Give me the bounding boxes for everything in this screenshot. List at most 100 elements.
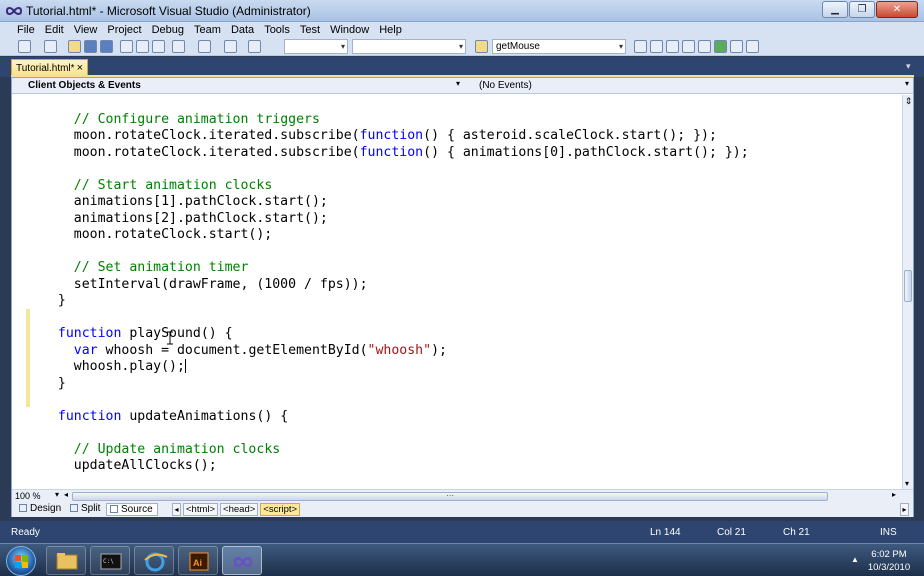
- breadcrumb-left-icon[interactable]: ◂: [172, 503, 181, 516]
- menu-tools[interactable]: Tools: [259, 24, 295, 36]
- horizontal-scroll-thumb[interactable]: ⋯: [72, 492, 828, 501]
- taskbar-illustrator[interactable]: Ai: [178, 546, 218, 575]
- restore-button[interactable]: ❐: [849, 1, 875, 18]
- start-debugging-icon[interactable]: [248, 40, 261, 53]
- taskbar-command-prompt[interactable]: C:\: [90, 546, 130, 575]
- find-combo[interactable]: getMouse ▾: [492, 39, 626, 54]
- menu-help[interactable]: Help: [374, 24, 407, 36]
- menu-project[interactable]: Project: [102, 24, 146, 36]
- extension-manager-icon[interactable]: [714, 40, 727, 53]
- command-window-icon[interactable]: [746, 40, 759, 53]
- solution-platforms-combo[interactable]: ▾: [352, 39, 466, 54]
- split-handle-icon[interactable]: ⇕: [904, 96, 913, 107]
- chevron-down-icon[interactable]: ▾: [905, 79, 909, 88]
- scroll-right-icon[interactable]: ▸: [892, 490, 896, 499]
- tab-source[interactable]: Source: [106, 503, 158, 516]
- menu-file[interactable]: File: [12, 24, 40, 36]
- breadcrumb-head[interactable]: <head>: [220, 503, 259, 516]
- folder-icon: [56, 553, 78, 570]
- chevron-down-icon[interactable]: ▾: [456, 79, 460, 88]
- code-line: setInterval(drawFrame, (1000 / fps));: [42, 276, 368, 292]
- find-combo-value: getMouse: [496, 41, 540, 52]
- find-in-files-icon[interactable]: [475, 40, 488, 53]
- zoom-level[interactable]: 100 %: [15, 491, 41, 501]
- paste-icon[interactable]: [152, 40, 165, 53]
- add-item-icon[interactable]: [44, 40, 57, 53]
- start-page-icon[interactable]: [730, 40, 743, 53]
- close-tab-icon[interactable]: ×: [77, 62, 83, 74]
- taskbar-explorer[interactable]: [46, 546, 86, 575]
- menu-window[interactable]: Window: [325, 24, 374, 36]
- view-switcher: Design Split Source ◂ <html> <head> <scr…: [12, 502, 913, 517]
- open-folder-icon[interactable]: [68, 40, 81, 53]
- command-prompt-icon: C:\: [100, 553, 122, 570]
- code-line: // Configure animation triggers: [73, 111, 320, 127]
- vertical-scrollbar[interactable]: ⇕ ▾: [902, 95, 913, 490]
- tab-split[interactable]: Split: [67, 503, 104, 516]
- client-objects-dropdown[interactable]: Client Objects & Events: [28, 80, 141, 91]
- start-button[interactable]: [6, 546, 36, 576]
- code-line: }: [42, 293, 66, 308]
- code-line: // Update animation clocks: [73, 441, 281, 457]
- menu-debug[interactable]: Debug: [147, 24, 189, 36]
- copy-icon[interactable]: [136, 40, 149, 53]
- svg-text:C:\: C:\: [103, 558, 114, 565]
- breadcrumb-html[interactable]: <html>: [183, 503, 219, 516]
- scroll-left-icon[interactable]: ◂: [64, 490, 68, 499]
- tab-design-label: Design: [30, 503, 62, 514]
- scroll-down-icon[interactable]: ▾: [905, 479, 909, 488]
- illustrator-icon: Ai: [189, 552, 209, 571]
- menu-team[interactable]: Team: [189, 24, 226, 36]
- code-line: animations[1].pathClock.start();: [42, 194, 328, 209]
- visual-studio-logo-icon: [6, 7, 22, 15]
- save-icon[interactable]: [84, 40, 97, 53]
- code-text-area[interactable]: // Configure animation triggers moon.rot…: [12, 95, 902, 490]
- breadcrumb-right-icon[interactable]: ▸: [900, 503, 909, 516]
- show-hidden-icons-icon[interactable]: ▲: [851, 555, 859, 564]
- system-clock[interactable]: 6:02 PM 10/3/2010: [862, 548, 916, 574]
- visual-studio-icon: [233, 557, 253, 567]
- events-dropdown[interactable]: (No Events): [479, 80, 532, 91]
- vertical-scroll-thumb[interactable]: [904, 270, 912, 302]
- indicator-margin: [12, 95, 38, 490]
- document-tab-strip: Tutorial.html* × ▾: [0, 57, 924, 77]
- menu-view[interactable]: View: [69, 24, 103, 36]
- save-all-icon[interactable]: [100, 40, 113, 53]
- changed-line-marker: [26, 309, 30, 341]
- tools-icon[interactable]: [698, 40, 711, 53]
- code-editor: Client Objects & Events ▾ (No Events) ▾ …: [11, 77, 914, 517]
- breadcrumb-script[interactable]: <script>: [260, 503, 301, 516]
- cut-icon[interactable]: [120, 40, 133, 53]
- taskbar-visual-studio[interactable]: [222, 546, 262, 575]
- close-button[interactable]: ✕: [876, 1, 918, 18]
- tab-list-dropdown-icon[interactable]: ▾: [906, 61, 918, 73]
- tab-design[interactable]: Design: [16, 503, 65, 516]
- solution-explorer-icon[interactable]: [634, 40, 647, 53]
- status-insert-mode: INS: [880, 527, 897, 538]
- redo-icon[interactable]: [198, 40, 211, 53]
- navigate-backward-icon[interactable]: [224, 40, 237, 53]
- menu-test[interactable]: Test: [295, 24, 325, 36]
- properties-window-icon[interactable]: [650, 40, 663, 53]
- toolbox-icon[interactable]: [682, 40, 695, 53]
- taskbar-internet-explorer[interactable]: [134, 546, 174, 575]
- minimize-button[interactable]: ▁: [822, 1, 848, 18]
- clock-date: 10/3/2010: [867, 562, 911, 573]
- solution-configurations-combo[interactable]: ▾: [284, 39, 348, 54]
- status-column: Col 21: [717, 527, 746, 538]
- code-line: animations[2].pathClock.start();: [42, 210, 328, 226]
- menu-edit[interactable]: Edit: [40, 24, 69, 36]
- menu-bar: File Edit View Project Debug Team Data T…: [0, 22, 924, 38]
- chevron-down-icon[interactable]: ▾: [55, 490, 59, 499]
- menu-data[interactable]: Data: [226, 24, 259, 36]
- new-project-icon[interactable]: [18, 40, 31, 53]
- breadcrumb: ◂ <html> <head> <script>: [172, 503, 302, 516]
- code-line: // Set animation timer: [73, 260, 249, 275]
- object-browser-icon[interactable]: [666, 40, 679, 53]
- undo-icon[interactable]: [172, 40, 185, 53]
- windows-taskbar: C:\ Ai ▲ 6:02 PM 10/3/2010: [0, 543, 924, 576]
